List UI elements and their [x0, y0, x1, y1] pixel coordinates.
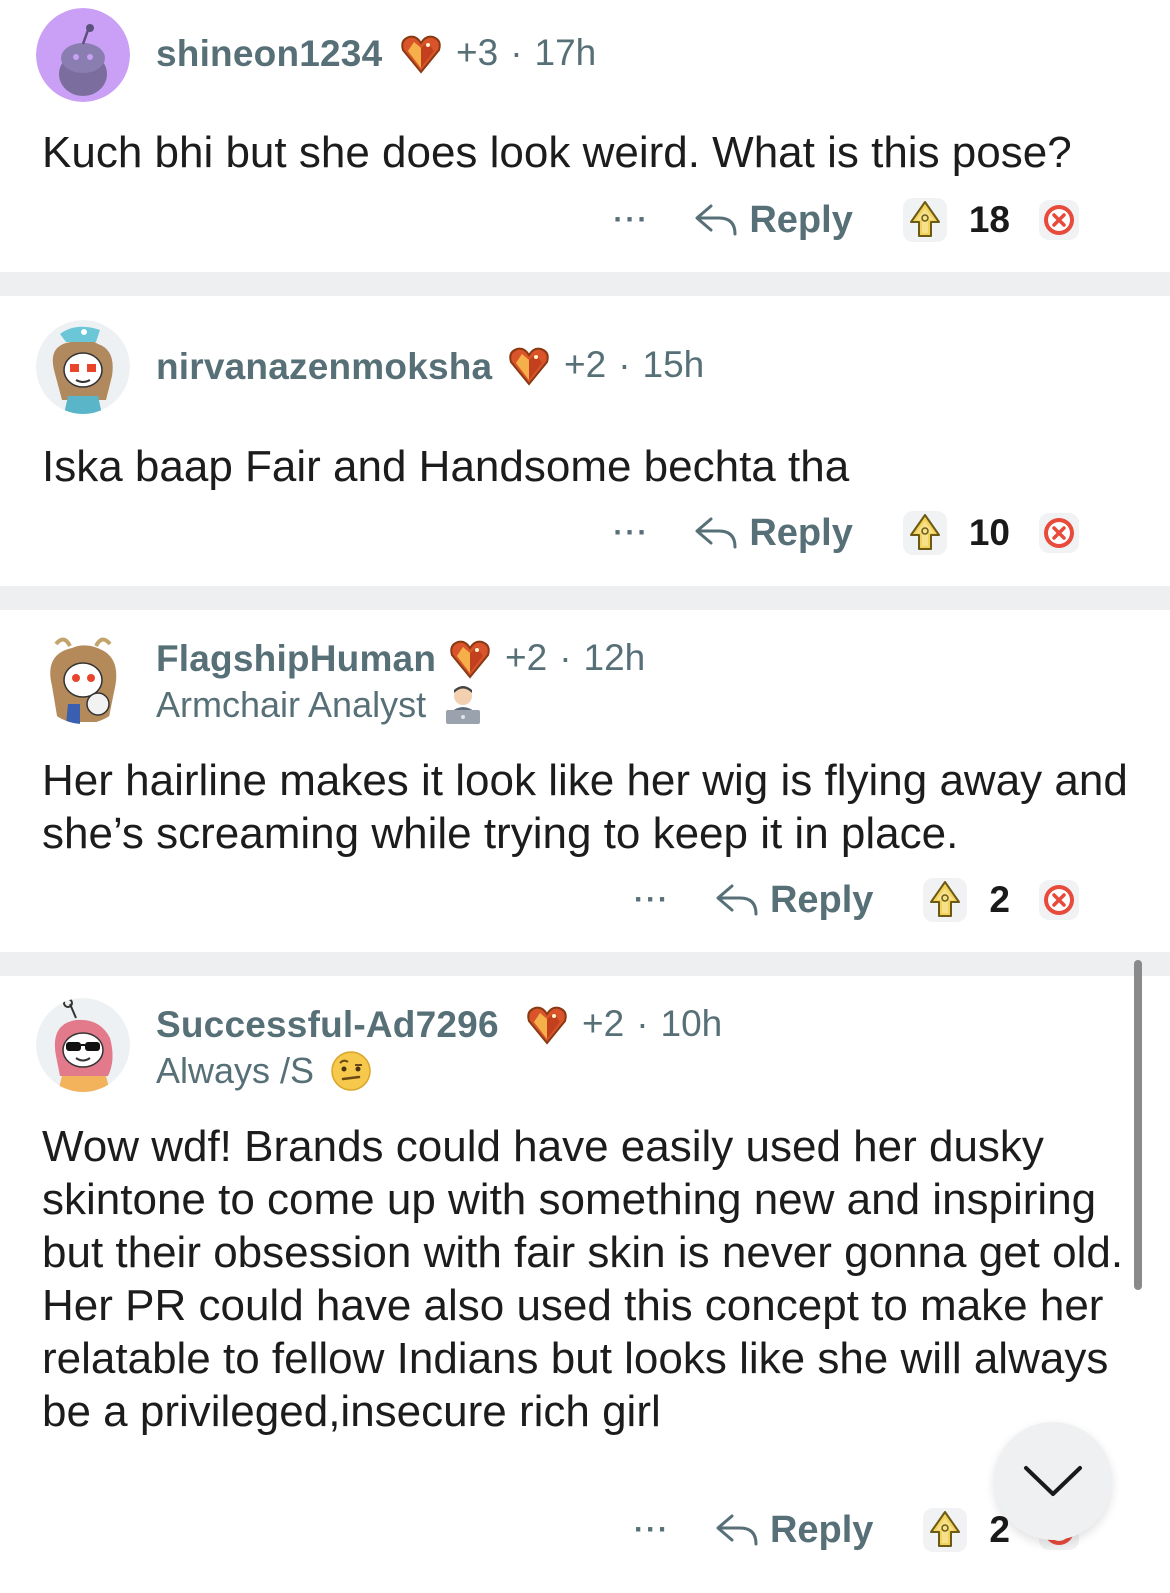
- crystal-heart-award-icon[interactable]: [506, 342, 552, 388]
- comment-body: Iska baap Fair and Handsome bechta tha: [42, 442, 850, 491]
- comment-actions: ··· Reply 2: [634, 872, 1080, 928]
- vote-score: 2: [989, 879, 1010, 920]
- crystal-heart-award-icon[interactable]: [524, 1001, 570, 1047]
- comment-body: Kuch bhi but she does look weird. What i…: [42, 128, 1072, 177]
- reply-label: Reply: [769, 1508, 874, 1551]
- vote-score: 18: [968, 199, 1010, 240]
- more-options-button[interactable]: ···: [634, 1513, 670, 1547]
- comment: nirvanazenmoksha +2 · 15h Iska baap Fair…: [0, 296, 1170, 586]
- meta-separator: ·: [559, 637, 572, 678]
- more-options-button[interactable]: ···: [613, 203, 649, 237]
- vote-score: 10: [968, 512, 1010, 553]
- comment-age: 15h: [642, 344, 705, 385]
- scrollbar[interactable]: [1134, 960, 1142, 1290]
- comment-age: 12h: [583, 637, 646, 678]
- award-count[interactable]: +2: [564, 344, 606, 386]
- reply-label: Reply: [749, 511, 853, 554]
- reply-label: Reply: [749, 198, 853, 241]
- downvote-icon[interactable]: [1038, 199, 1080, 241]
- comment-actions: ··· Reply 18: [613, 192, 1080, 248]
- reply-button[interactable]: Reply: [693, 511, 853, 555]
- comment: FlagshipHuman +2 · 12h Armchair Analyst …: [0, 610, 1170, 952]
- comment-meta: +2 · 12h: [447, 635, 645, 681]
- comment-meta: +2 · 15h: [506, 342, 704, 388]
- comment-meta: +3 · 17h: [398, 30, 596, 76]
- upvote-icon[interactable]: [921, 1506, 969, 1554]
- comment-actions: ··· Reply 10: [613, 505, 1080, 561]
- flair-text: Always /S: [156, 1050, 315, 1091]
- user-avatar[interactable]: [36, 630, 130, 724]
- raised-eyebrow-emoji-icon: [331, 1051, 371, 1091]
- comment-divider: [0, 272, 1170, 296]
- user-avatar[interactable]: [36, 320, 130, 414]
- comment-body: Wow wdf! Brands could have easily used h…: [42, 1122, 1124, 1436]
- comment-body: Her hairline makes it look like her wig …: [42, 756, 1128, 858]
- more-options-button[interactable]: ···: [613, 516, 649, 550]
- meta-separator: ·: [618, 344, 631, 385]
- downvote-icon[interactable]: [1038, 879, 1080, 921]
- reply-button[interactable]: Reply: [714, 1509, 873, 1552]
- award-count[interactable]: +2: [582, 1003, 624, 1045]
- username[interactable]: shineon1234: [156, 33, 382, 75]
- upvote-icon[interactable]: [901, 196, 949, 244]
- flair-text: Armchair Analyst: [156, 684, 427, 725]
- user-flair: Always /S: [156, 1050, 372, 1092]
- reply-arrow-icon: [693, 200, 739, 240]
- reply-button[interactable]: Reply: [714, 879, 873, 922]
- username[interactable]: Successful-Ad7296: [156, 1004, 499, 1046]
- upvote-icon[interactable]: [921, 876, 969, 924]
- meta-separator: ·: [636, 1003, 649, 1044]
- reply-label: Reply: [769, 878, 874, 921]
- comment-meta: +2 · 10h: [524, 1001, 722, 1047]
- award-count[interactable]: +2: [505, 637, 547, 679]
- meta-separator: ·: [510, 32, 523, 73]
- comment: Successful-Ad7296 +2 · 10h Always /S Wow…: [0, 976, 1170, 1593]
- username[interactable]: FlagshipHuman: [156, 638, 436, 680]
- user-flair: Armchair Analyst: [156, 684, 484, 726]
- user-avatar[interactable]: [36, 8, 130, 102]
- comment-age: 17h: [534, 32, 597, 73]
- award-count[interactable]: +3: [456, 32, 498, 74]
- username[interactable]: nirvanazenmoksha: [156, 346, 492, 388]
- chevron-down-icon: [1024, 1466, 1082, 1496]
- comment: shineon1234 +3 · 17h Kuch bhi but she do…: [0, 0, 1170, 272]
- comment-divider: [0, 586, 1170, 610]
- more-options-button[interactable]: ···: [634, 883, 670, 917]
- reply-arrow-icon: [714, 880, 760, 920]
- comment-age: 10h: [660, 1003, 723, 1044]
- crystal-heart-award-icon[interactable]: [398, 30, 444, 76]
- crystal-heart-award-icon[interactable]: [447, 635, 493, 681]
- reply-button[interactable]: Reply: [693, 198, 853, 242]
- reply-arrow-icon: [714, 1510, 760, 1550]
- reply-arrow-icon: [693, 513, 739, 553]
- scroll-down-button[interactable]: [994, 1422, 1112, 1540]
- comment-divider: [0, 952, 1170, 976]
- downvote-icon[interactable]: [1038, 512, 1080, 554]
- upvote-icon[interactable]: [901, 509, 949, 557]
- laptop-person-emoji-icon: [446, 686, 481, 724]
- user-avatar[interactable]: [36, 998, 130, 1092]
